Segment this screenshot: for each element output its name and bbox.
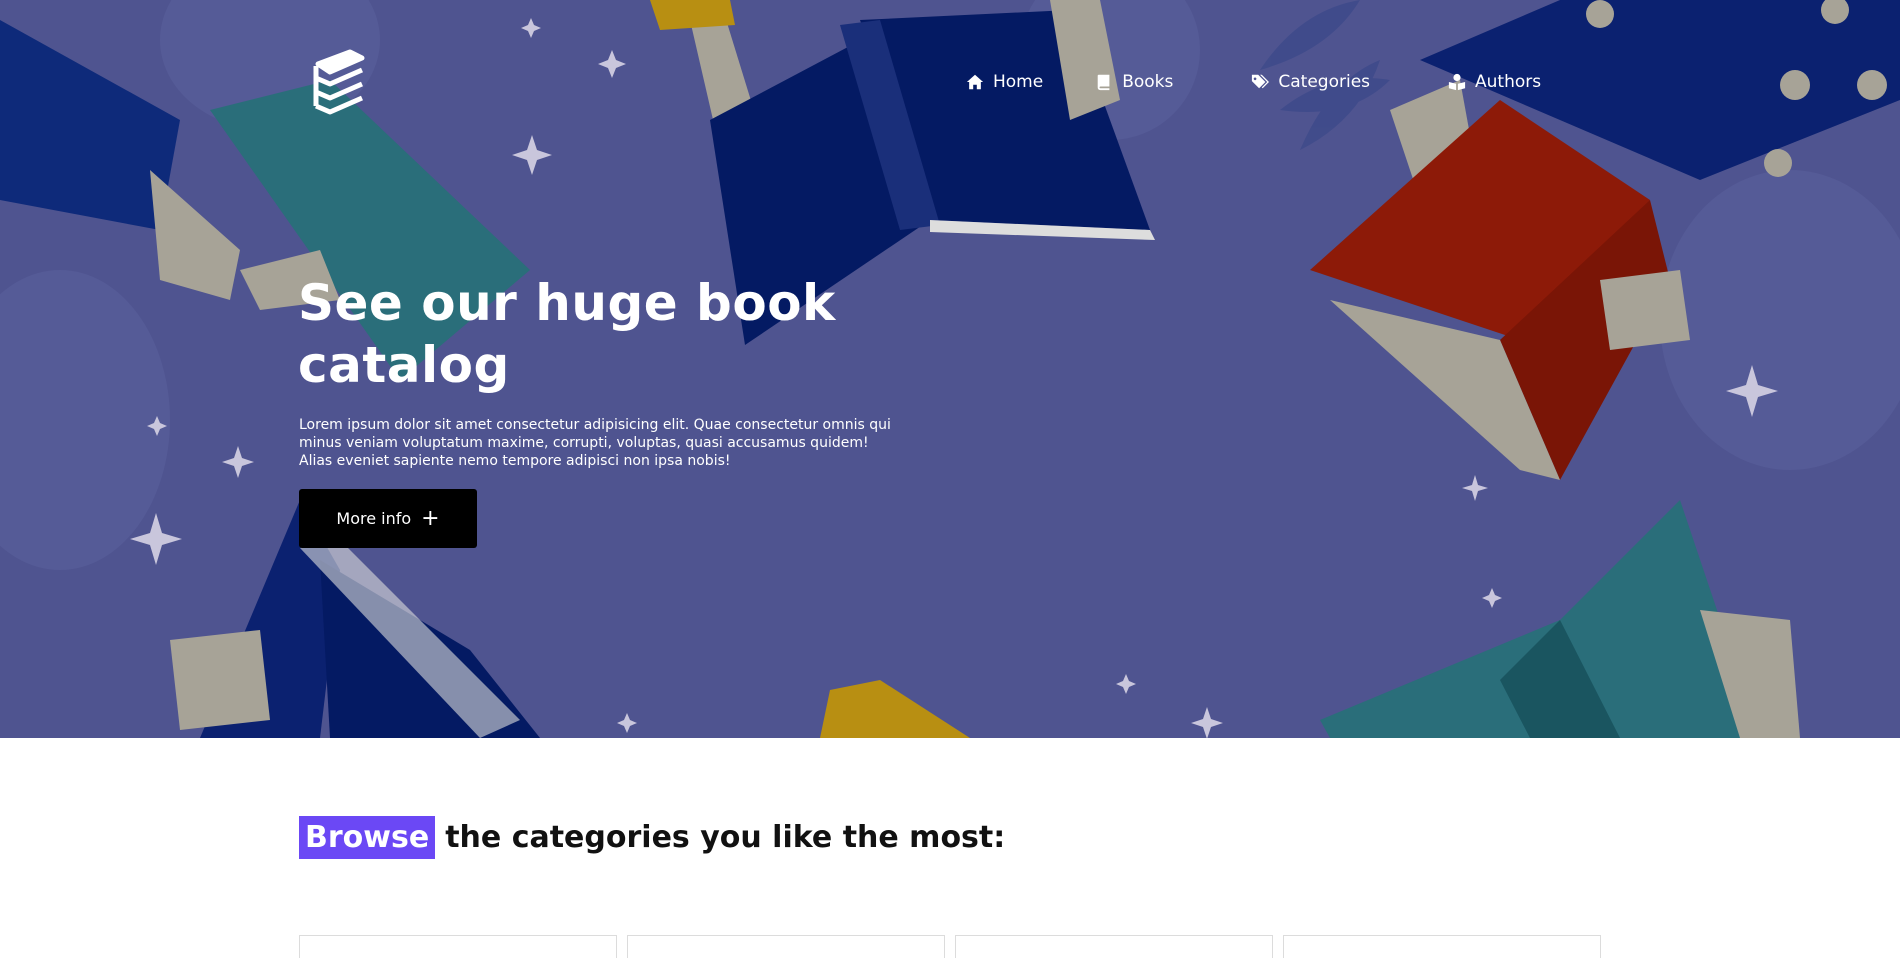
hero-illustration [0,0,1900,738]
books-logo-icon[interactable] [310,44,368,116]
tags-icon [1252,74,1270,89]
bottom-yellow-book [820,680,970,738]
hero-description: Lorem ipsum dolor sit amet consectetur a… [299,417,891,469]
main-nav: Home Books Categories Authors [966,68,1541,96]
hero-title: See our huge book catalog [298,274,836,394]
nav-item-authors-label: Authors [1475,72,1542,92]
browse-highlight: Browse [299,815,436,859]
book-icon [1097,74,1110,91]
nav-item-categories[interactable]: Categories [1251,72,1370,92]
plus-icon: + [421,505,440,531]
hero-banner: Home Books Categories Authors See our hu… [0,0,1900,738]
nav-item-authors[interactable]: Authors [1448,72,1541,92]
category-card[interactable] [1283,935,1601,958]
category-cards [299,935,1601,958]
category-card[interactable] [627,935,945,958]
more-info-button[interactable]: More info + [299,489,477,548]
bottom-right-book [1320,500,1800,738]
nav-item-categories-label: Categories [1278,72,1371,92]
nav-item-home-label: Home [993,72,1044,92]
nav-item-books-label: Books [1122,72,1174,92]
nav-item-home[interactable]: Home [966,72,1043,92]
user-book-icon [1448,73,1466,91]
browse-heading: Browse the categories you like the most: [299,813,1005,861]
more-info-label: More info [336,509,412,528]
browse-heading-text: the categories you like the most: [445,819,1006,855]
nav-item-books[interactable]: Books [1095,72,1173,92]
home-icon [966,74,984,90]
category-card[interactable] [955,935,1273,958]
category-card[interactable] [299,935,617,958]
